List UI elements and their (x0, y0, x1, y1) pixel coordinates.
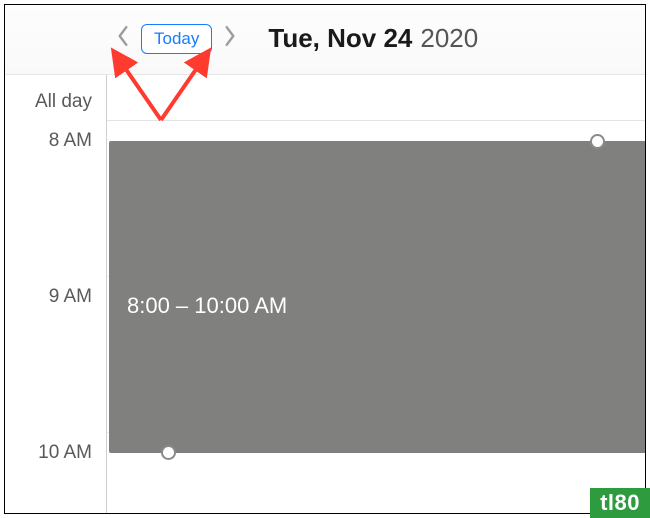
event-resize-end-handle[interactable] (161, 445, 176, 460)
date-year: 2020 (420, 23, 478, 54)
time-label-10am: 10 AM (38, 442, 92, 464)
watermark: tl80 (590, 488, 650, 518)
time-label-9am: 9 AM (49, 286, 92, 308)
today-button[interactable]: Today (141, 24, 212, 54)
calendar-window: Today Tue, Nov 24 2020 All day 8 AM 9 AM… (4, 4, 646, 514)
chevron-right-icon (223, 25, 237, 52)
event-resize-start-handle[interactable] (590, 134, 605, 149)
day-column[interactable]: 8:00 – 10:00 AM (107, 75, 645, 513)
time-label-8am: 8 AM (49, 130, 92, 152)
date-main: Tue, Nov 24 (268, 23, 412, 54)
header-bar: Today Tue, Nov 24 2020 (5, 5, 645, 75)
allday-label: All day (35, 91, 92, 113)
hour-grid[interactable]: 8:00 – 10:00 AM (107, 121, 645, 513)
next-day-button[interactable] (220, 25, 240, 53)
calendar-event[interactable]: 8:00 – 10:00 AM (109, 141, 645, 453)
allday-row[interactable] (107, 75, 645, 121)
day-grid: All day 8 AM 9 AM 10 AM 8:00 – 10:00 AM (5, 75, 645, 513)
date-title: Tue, Nov 24 2020 (268, 23, 478, 54)
time-gutter: All day 8 AM 9 AM 10 AM (5, 75, 107, 513)
prev-day-button[interactable] (113, 25, 133, 53)
chevron-left-icon (116, 25, 130, 52)
event-time-range: 8:00 – 10:00 AM (127, 293, 287, 319)
